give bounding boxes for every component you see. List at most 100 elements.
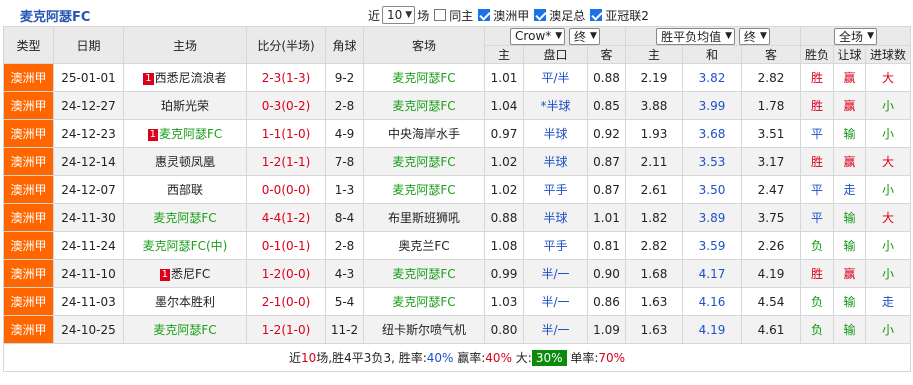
- score-cell[interactable]: 0-1(0-1): [246, 231, 326, 260]
- handicap-line: 平手: [523, 231, 588, 260]
- away-team-cell[interactable]: 麦克阿瑟FC: [363, 259, 485, 288]
- away-team-cell[interactable]: 麦克阿瑟FC: [363, 287, 485, 316]
- score-cell[interactable]: 0-3(0-2): [246, 91, 326, 120]
- home-team-cell[interactable]: 惠灵顿凤凰: [123, 147, 247, 176]
- away-team-name[interactable]: 纽卡斯尔喷气机: [382, 323, 466, 337]
- odds-home: 1.63: [625, 315, 684, 344]
- odds-mode-value: 胜平负均值: [661, 29, 722, 44]
- summary-text: 大:: [511, 351, 532, 365]
- score-cell[interactable]: 0-0(0-0): [246, 175, 326, 204]
- rank-badge: 1: [147, 129, 159, 141]
- table-row[interactable]: 澳洲甲 24-12-23 1 麦克阿瑟FC 1-1(1-0) 4-9 中央海岸水手 0.97 半…: [3, 119, 912, 148]
- league-cell[interactable]: 澳洲甲: [3, 119, 54, 148]
- away-team-cell[interactable]: 麦克阿瑟FC: [363, 175, 485, 204]
- league-2-label: 澳足总: [549, 8, 586, 23]
- odds-state-select[interactable]: 终 ▼: [738, 27, 770, 45]
- score-cell[interactable]: 2-1(0-0): [246, 287, 326, 316]
- odds-state-value: 终: [743, 29, 756, 44]
- league-cell[interactable]: 澳洲甲: [3, 91, 54, 120]
- league-cell[interactable]: 澳洲甲: [3, 175, 54, 204]
- range-select[interactable]: 全场 ▼: [834, 27, 877, 45]
- away-team-name[interactable]: 麦克阿瑟FC: [392, 295, 455, 309]
- home-team-name[interactable]: 悉尼FC: [171, 267, 210, 281]
- date-cell: 24-11-24: [53, 231, 124, 260]
- away-team-cell[interactable]: 纽卡斯尔喷气机: [363, 315, 485, 344]
- table-row[interactable]: 澳洲甲 24-12-14 惠灵顿凤凰 1-2(1-1) 7-8 麦克阿瑟FC 1.02 半球 0…: [3, 147, 912, 176]
- home-team-cell[interactable]: 1 麦克阿瑟FC: [123, 119, 247, 148]
- league-2-checkbox[interactable]: [534, 9, 547, 21]
- odds-mode-select[interactable]: 胜平负均值 ▼: [656, 27, 736, 45]
- table-row[interactable]: 澳洲甲 25-01-01 1 西悉尼流浪者 2-3(1-3) 9-2 麦克阿瑟FC 1.01 平…: [3, 63, 912, 92]
- home-team-name[interactable]: 惠灵顿凤凰: [155, 155, 215, 169]
- away-team-cell[interactable]: 布里斯班狮吼: [363, 203, 485, 232]
- table-row[interactable]: 澳洲甲 24-11-24 麦克阿瑟FC(中) 0-1(0-1) 2-8 奥克兰FC 1.08…: [3, 231, 912, 260]
- away-team-name[interactable]: 麦克阿瑟FC: [392, 267, 455, 281]
- score-cell[interactable]: 1-2(1-0): [246, 315, 326, 344]
- home-team-cell[interactable]: 西部联: [123, 175, 247, 204]
- result-wdl: 平: [800, 203, 835, 232]
- result-over-under: 大: [865, 203, 912, 232]
- league-3-checkbox[interactable]: [590, 9, 603, 21]
- home-team-cell[interactable]: 墨尔本胜利: [123, 287, 247, 316]
- home-team-name[interactable]: 墨尔本胜利: [155, 295, 215, 309]
- league-cell[interactable]: 澳洲甲: [3, 287, 54, 316]
- away-team-name[interactable]: 中央海岸水手: [388, 127, 460, 141]
- score-cell[interactable]: 1-2(0-0): [246, 259, 326, 288]
- league-cell[interactable]: 澳洲甲: [3, 231, 54, 260]
- away-team-name[interactable]: 麦克阿瑟FC: [392, 99, 455, 113]
- home-team-name[interactable]: 麦克阿瑟FC: [153, 211, 216, 225]
- odds-home: 1.93: [625, 119, 684, 148]
- away-team-name[interactable]: 奥克兰FC: [398, 239, 449, 253]
- league-cell[interactable]: 澳洲甲: [3, 259, 54, 288]
- home-team-name[interactable]: 麦克阿瑟FC: [159, 127, 222, 141]
- table-row[interactable]: 澳洲甲 24-10-25 麦克阿瑟FC 1-2(1-0) 11-2 纽卡斯尔喷气机 0.80…: [3, 315, 912, 344]
- home-team-cell[interactable]: 珀斯光荣: [123, 91, 247, 120]
- away-team-cell[interactable]: 麦克阿瑟FC: [363, 63, 485, 92]
- home-team-name[interactable]: 西部联: [167, 183, 203, 197]
- summary-text: 场,胜: [316, 351, 345, 365]
- odds-draw: 4.17: [682, 259, 743, 288]
- table-row[interactable]: 澳洲甲 24-12-27 珀斯光荣 0-3(0-2) 2-8 麦克阿瑟FC 1.04 *半球 0…: [3, 91, 912, 120]
- same-host-checkbox[interactable]: [434, 9, 447, 21]
- recent-count-select[interactable]: 10 ▼: [382, 6, 416, 24]
- table-row[interactable]: 澳洲甲 24-11-03 墨尔本胜利 2-1(0-0) 5-4 麦克阿瑟FC 1.03 半/一…: [3, 287, 912, 316]
- home-team-name[interactable]: 麦克阿瑟FC(中): [143, 239, 228, 253]
- home-team-name[interactable]: 西悉尼流浪者: [155, 71, 227, 85]
- away-team-name[interactable]: 麦克阿瑟FC: [392, 71, 455, 85]
- home-team-cell[interactable]: 1 悉尼FC: [123, 259, 247, 288]
- date-cell: 25-01-01: [53, 63, 124, 92]
- corner-cell: 5-4: [325, 287, 364, 316]
- home-team-cell[interactable]: 麦克阿瑟FC: [123, 203, 247, 232]
- company-select[interactable]: Crow* ▼: [510, 27, 566, 45]
- home-team-cell[interactable]: 麦克阿瑟FC: [123, 315, 247, 344]
- away-team-cell[interactable]: 中央海岸水手: [363, 119, 485, 148]
- league-cell[interactable]: 澳洲甲: [3, 203, 54, 232]
- home-team-cell[interactable]: 1 西悉尼流浪者: [123, 63, 247, 92]
- score-cell[interactable]: 1-2(1-1): [246, 147, 326, 176]
- away-team-cell[interactable]: 麦克阿瑟FC: [363, 91, 485, 120]
- chevron-down-icon: ▼: [405, 10, 413, 20]
- league-cell[interactable]: 澳洲甲: [3, 147, 54, 176]
- handicap-line: 平手: [523, 175, 588, 204]
- league-cell[interactable]: 澳洲甲: [3, 63, 54, 92]
- league-1-checkbox[interactable]: [478, 9, 491, 21]
- home-team-cell[interactable]: 麦克阿瑟FC(中): [123, 231, 247, 260]
- away-team-name[interactable]: 麦克阿瑟FC: [392, 183, 455, 197]
- result-asian-handicap: 输: [833, 119, 867, 148]
- handicap-state-select[interactable]: 终 ▼: [569, 27, 600, 45]
- result-over-under: 大: [865, 147, 912, 176]
- score-cell[interactable]: 2-3(1-3): [246, 63, 326, 92]
- home-team-name[interactable]: 麦克阿瑟FC: [153, 323, 216, 337]
- away-team-name[interactable]: 麦克阿瑟FC: [392, 155, 455, 169]
- table-row[interactable]: 澳洲甲 24-11-10 1 悉尼FC 1-2(0-0) 4-3 麦克阿瑟FC 0.99 半/一…: [3, 259, 912, 288]
- away-team-name[interactable]: 布里斯班狮吼: [388, 211, 460, 225]
- score-cell[interactable]: 1-1(1-0): [246, 119, 326, 148]
- table-row[interactable]: 澳洲甲 24-12-07 西部联 0-0(0-0) 1-3 麦克阿瑟FC 1.02 平手 0.8…: [3, 175, 912, 204]
- away-team-cell[interactable]: 奥克兰FC: [363, 231, 485, 260]
- table-row[interactable]: 澳洲甲 24-11-30 麦克阿瑟FC 4-4(1-2) 8-4 布里斯班狮吼 0.88 半球…: [3, 203, 912, 232]
- same-host-label: 同主: [449, 8, 474, 23]
- score-cell[interactable]: 4-4(1-2): [246, 203, 326, 232]
- home-team-name[interactable]: 珀斯光荣: [161, 99, 209, 113]
- away-team-cell[interactable]: 麦克阿瑟FC: [363, 147, 485, 176]
- league-cell[interactable]: 澳洲甲: [3, 315, 54, 344]
